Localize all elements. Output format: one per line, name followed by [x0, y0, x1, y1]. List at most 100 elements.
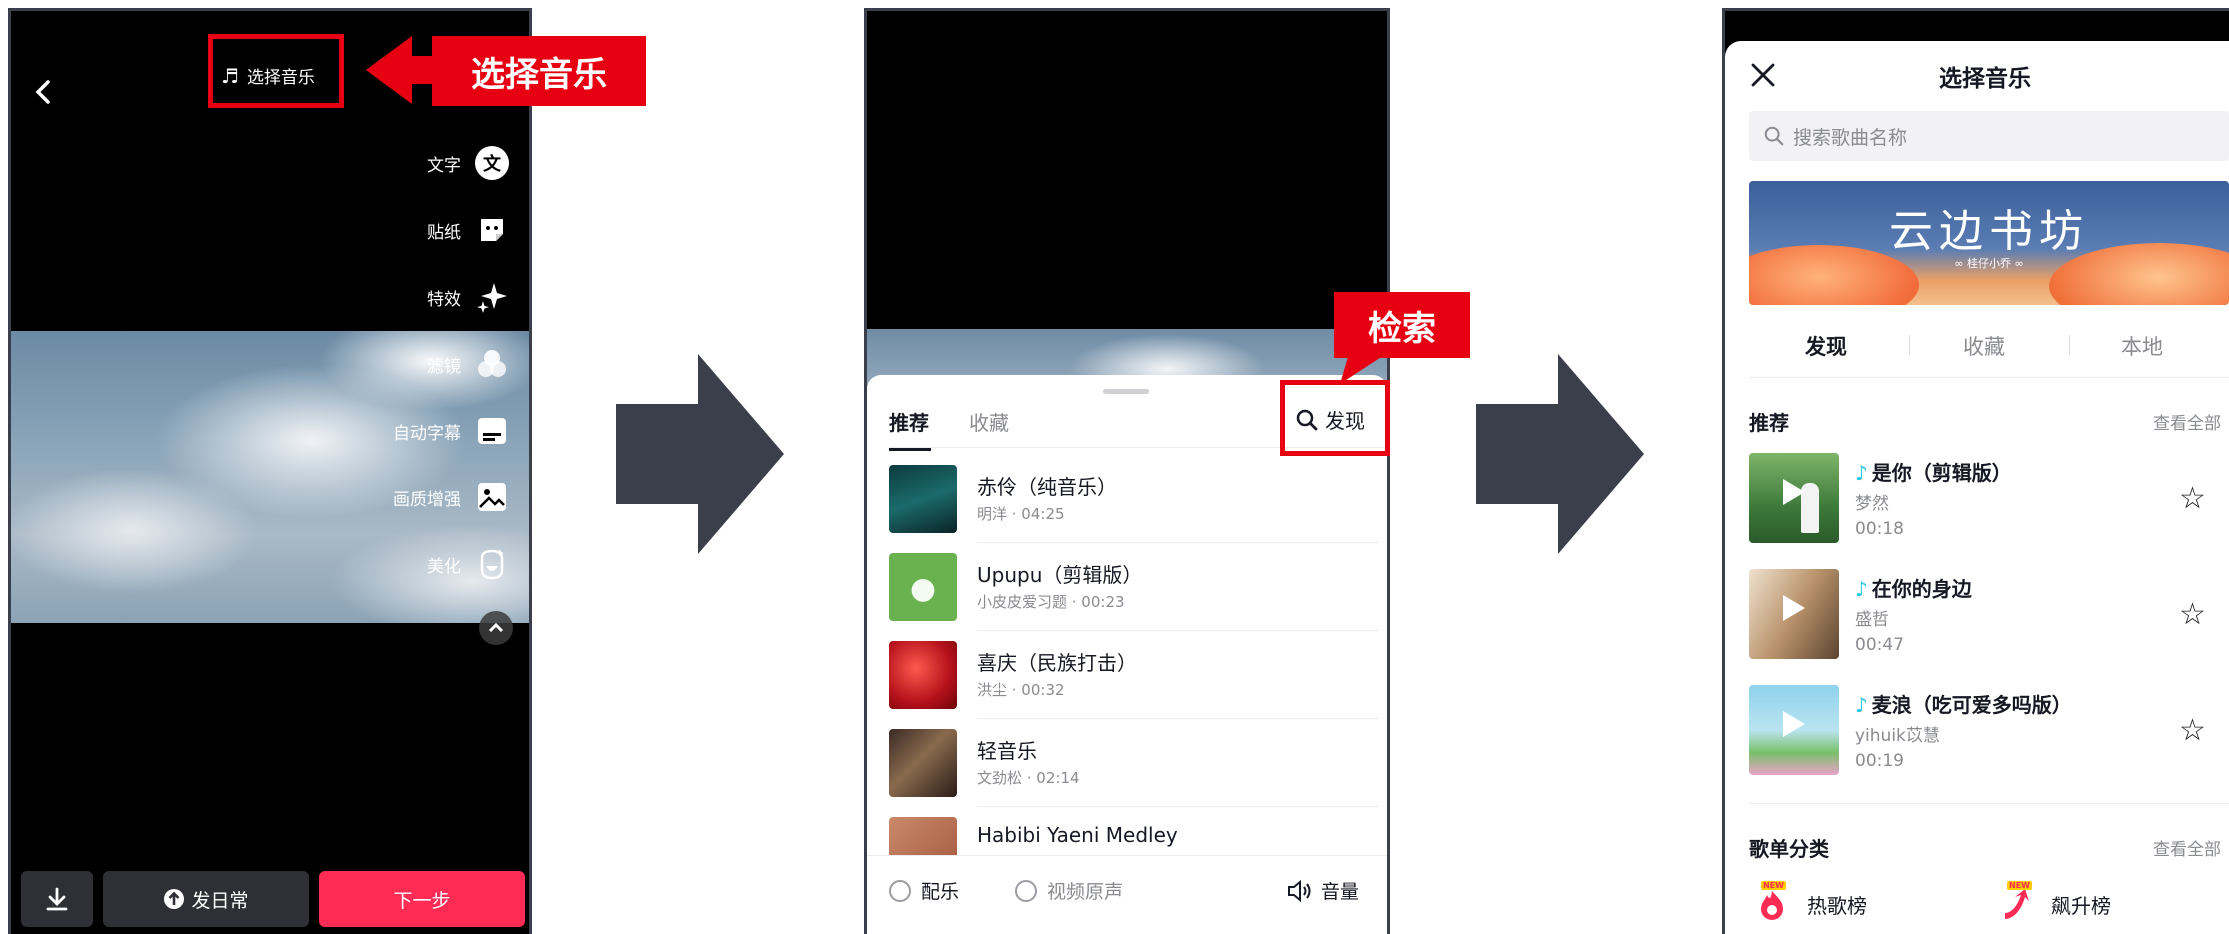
- filter-icon: [475, 347, 509, 381]
- song-item[interactable]: 喜庆（民族打击） 洪尘 · 00:32: [889, 631, 1379, 719]
- bgm-option[interactable]: 配乐: [889, 877, 959, 904]
- play-icon[interactable]: [1783, 479, 1805, 505]
- upload-circle-icon: [164, 889, 185, 909]
- song-cover: [889, 465, 957, 533]
- tool-effects[interactable]: 特效: [427, 277, 509, 317]
- see-all-link[interactable]: 查看全部: [2153, 835, 2221, 860]
- play-icon[interactable]: [1783, 711, 1805, 737]
- tool-label: 滤镜: [427, 356, 461, 377]
- step-arrow-icon: [1476, 354, 1644, 558]
- phone-screen-editor: ♬ 选择音乐 文字 文 贴纸 特效 滤镜 自动字幕 画质增强 美化 发日常 下一…: [8, 8, 532, 934]
- speaker-icon: [1288, 879, 1311, 902]
- download-button[interactable]: [21, 871, 93, 927]
- search-input[interactable]: 搜索歌曲名称: [1749, 111, 2229, 161]
- chart-rising[interactable]: NEW 飙升榜: [1999, 881, 2111, 921]
- chart-label: 热歌榜: [1807, 893, 1867, 918]
- post-daily-label: 发日常: [191, 889, 249, 912]
- enhance-icon: [475, 480, 509, 514]
- recommended-song[interactable]: ♪ 在你的身边 盛哲 00:47 ☆: [1749, 559, 2229, 669]
- download-icon: [46, 887, 68, 911]
- song-subtitle: 洪尘 · 00:32: [977, 681, 1065, 699]
- caption-icon: [475, 414, 509, 448]
- tab-recommend[interactable]: 推荐: [889, 407, 931, 451]
- song-title: 赤伶（纯音乐）: [977, 475, 1117, 499]
- next-step-button[interactable]: 下一步: [319, 871, 525, 927]
- back-button[interactable]: [29, 77, 59, 107]
- recommended-song[interactable]: ♪ 是你（剪辑版） 梦然 00:18 ☆: [1749, 443, 2229, 553]
- song-title: Habibi Yaeni Medley: [977, 823, 1178, 847]
- radio-circle-icon: [889, 879, 911, 902]
- tab-favorites[interactable]: 收藏: [1963, 331, 2005, 361]
- tabs-divider: [1749, 377, 2229, 378]
- chart-hot[interactable]: NEW 热歌榜: [1755, 881, 1867, 921]
- pointer-arrow: [366, 36, 438, 104]
- song-item[interactable]: Upupu（剪辑版） 小皮皮爱习题 · 00:23: [889, 543, 1379, 631]
- song-title-text: 在你的身边: [1871, 577, 1972, 601]
- music-note-icon: ♪: [1855, 461, 1868, 485]
- song-subtitle: 明洋 · 04:25: [977, 505, 1065, 523]
- bottom-bar-divider: [867, 855, 1387, 856]
- volume-button[interactable]: 音量: [1287, 877, 1359, 904]
- song-item[interactable]: Habibi Yaeni Medley: [889, 807, 1379, 855]
- music-note-icon: ♪: [1855, 577, 1868, 601]
- music-note-icon: ♪: [1855, 693, 1868, 717]
- hot-chart-icon: NEW: [1755, 881, 1789, 921]
- tool-label: 自动字幕: [393, 423, 461, 444]
- tool-caption[interactable]: 自动字幕: [393, 411, 509, 451]
- song-artist: 梦然: [1855, 494, 1889, 514]
- drag-handle[interactable]: [1103, 389, 1149, 394]
- post-daily-button[interactable]: 发日常: [103, 871, 309, 927]
- song-item[interactable]: 赤伶（纯音乐） 明洋 · 04:25: [889, 455, 1379, 543]
- tab-divider-1: [1909, 335, 1910, 355]
- song-item[interactable]: 轻音乐 文劲松 · 02:14: [889, 719, 1379, 807]
- song-duration: 00:47: [1855, 635, 1904, 655]
- promo-banner[interactable]: 云边书坊 ∞ 桂仔小乔 ∞: [1749, 181, 2229, 305]
- song-artist: yihuik苡慧: [1855, 726, 1940, 746]
- music-sheet: 推荐 收藏 发现 赤伶（纯音乐） 明洋 · 04:25 Upupu（剪辑版） 小…: [867, 375, 1387, 934]
- tab-local[interactable]: 本地: [2121, 331, 2163, 361]
- bgm-label: 配乐: [921, 881, 960, 903]
- text-icon: 文: [475, 146, 509, 180]
- rising-chart-icon: NEW: [1999, 881, 2033, 921]
- highlight-select-music: [208, 34, 344, 108]
- phone-screen-select-music: 选择音乐 搜索歌曲名称 云边书坊 ∞ 桂仔小乔 ∞ 发现 收藏 本地 推荐 查看…: [1722, 8, 2229, 934]
- select-music-sheet: 选择音乐 搜索歌曲名称 云边书坊 ∞ 桂仔小乔 ∞ 发现 收藏 本地 推荐 查看…: [1725, 41, 2229, 934]
- volume-label: 音量: [1321, 881, 1360, 903]
- song-cover: [889, 641, 957, 709]
- close-button[interactable]: [1749, 61, 1777, 89]
- effects-icon: [475, 280, 509, 314]
- sticker-icon: [475, 213, 509, 247]
- song-cover: [889, 553, 957, 621]
- favorite-star-icon[interactable]: ☆: [2179, 597, 2206, 632]
- favorite-star-icon[interactable]: ☆: [2179, 713, 2206, 748]
- tool-text[interactable]: 文字 文: [427, 143, 509, 183]
- chart-label: 飙升榜: [2051, 893, 2111, 918]
- tab-discover[interactable]: 发现: [1805, 331, 1847, 361]
- original-sound-option[interactable]: 视频原声: [1015, 877, 1123, 904]
- favorite-star-icon[interactable]: ☆: [2179, 481, 2206, 516]
- new-badge: NEW: [1761, 881, 1786, 890]
- song-title: 轻音乐: [977, 739, 1037, 763]
- recommended-song[interactable]: ♪ 麦浪（吃可爱多吗版） yihuik苡慧 00:19 ☆: [1749, 675, 2229, 785]
- song-title-text: 是你（剪辑版）: [1871, 461, 2012, 485]
- song-title-text: 麦浪（吃可爱多吗版）: [1871, 693, 2072, 717]
- tab-favorites[interactable]: 收藏: [969, 407, 1009, 436]
- tab-divider-2: [2069, 335, 2070, 355]
- song-artist: 盛哲: [1855, 610, 1889, 630]
- tool-filter[interactable]: 滤镜: [427, 344, 509, 384]
- close-icon: [1751, 63, 1775, 87]
- tab-label: 推荐: [889, 411, 929, 435]
- original-sound-label: 视频原声: [1047, 881, 1124, 903]
- tool-label: 文字: [427, 155, 461, 176]
- song-title: 喜庆（民族打击）: [977, 651, 1137, 675]
- see-all-link[interactable]: 查看全部: [2153, 409, 2221, 434]
- play-icon[interactable]: [1783, 595, 1805, 621]
- expand-tools-button[interactable]: [479, 611, 513, 645]
- tool-enhance[interactable]: 画质增强: [393, 477, 509, 517]
- tool-sticker[interactable]: 贴纸: [427, 210, 509, 250]
- song-title: ♪ 是你（剪辑版）: [1855, 457, 2012, 486]
- tool-label: 画质增强: [393, 489, 461, 510]
- radio-circle-icon: [1015, 879, 1037, 902]
- banner-title: 云边书坊: [1889, 206, 2089, 257]
- tool-beautify[interactable]: 美化: [427, 544, 509, 584]
